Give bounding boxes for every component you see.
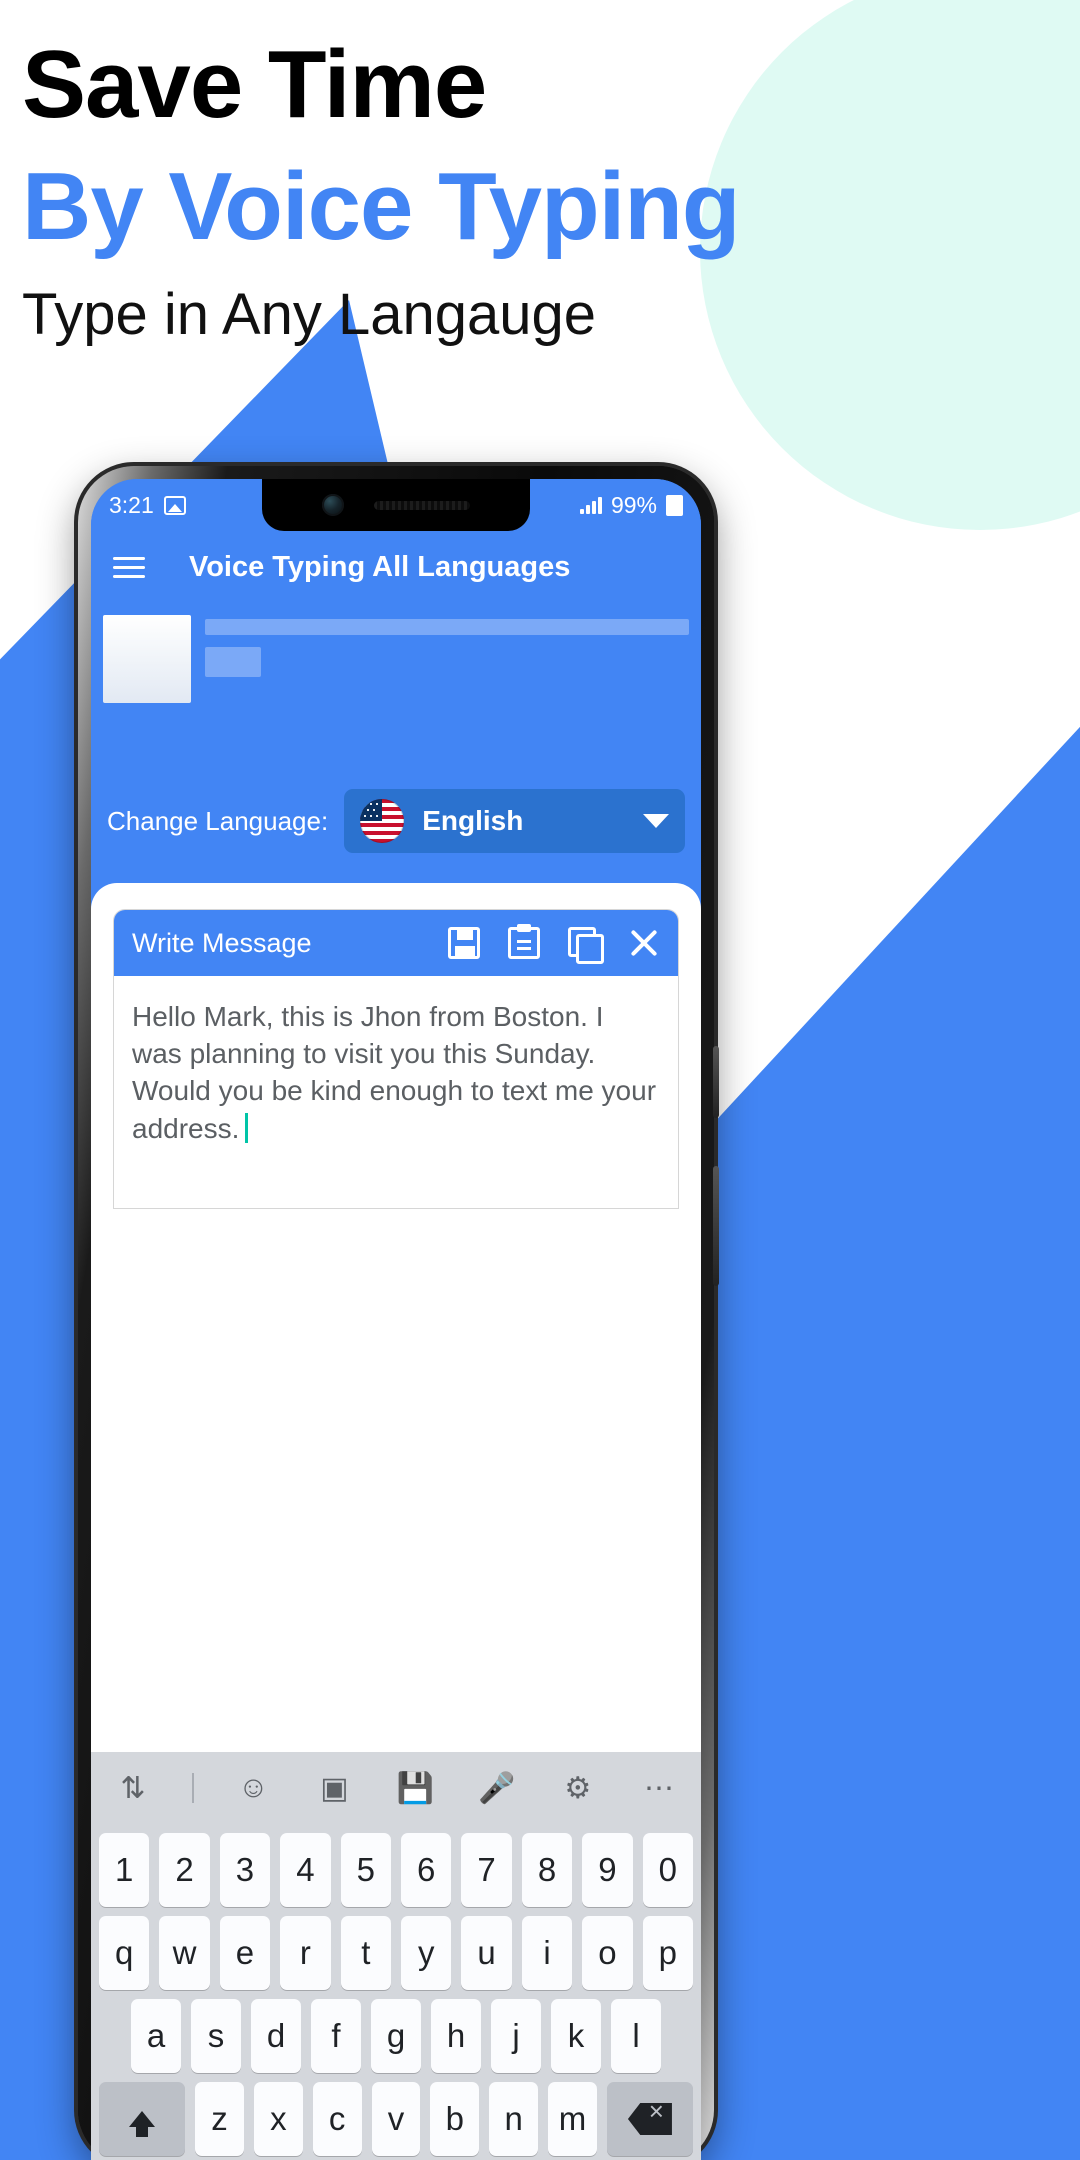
key-a[interactable]: a bbox=[131, 1999, 181, 2073]
key-l[interactable]: l bbox=[611, 1999, 661, 2073]
clipboard-icon[interactable]: 💾 bbox=[394, 1766, 438, 1810]
close-icon[interactable] bbox=[628, 927, 660, 959]
key-x[interactable]: x bbox=[253, 2082, 303, 2156]
key-e[interactable]: e bbox=[219, 1916, 271, 1990]
copy-icon[interactable] bbox=[568, 927, 604, 964]
key-y[interactable]: y bbox=[401, 1916, 452, 1990]
key-j[interactable]: j bbox=[491, 1999, 541, 2073]
status-bar-right: 99% bbox=[579, 491, 683, 519]
battery-percent-label: 99% bbox=[610, 491, 657, 518]
phone-screen: 3:21 99% Voice Typing All Languages Chan… bbox=[91, 479, 701, 2160]
keyboard-row-home: asdfghjkl bbox=[91, 1999, 701, 2073]
write-message-header: Write Message bbox=[114, 910, 678, 976]
keyboard-row-top: qwertyuiop bbox=[91, 1916, 701, 1990]
write-message-title: Write Message bbox=[132, 927, 312, 958]
ad-text-placeholder bbox=[205, 615, 689, 783]
battery-icon bbox=[666, 494, 683, 516]
settings-icon[interactable]: ⚙ bbox=[556, 1766, 600, 1810]
shift-arrow-icon bbox=[129, 2111, 156, 2137]
key-n[interactable]: n bbox=[489, 2082, 539, 2156]
key-o[interactable]: o bbox=[582, 1916, 633, 1990]
ad-placeholder[interactable] bbox=[91, 603, 701, 783]
write-message-actions bbox=[448, 924, 660, 964]
key-9[interactable]: 9 bbox=[582, 1833, 633, 1907]
status-bar-left: 3:21 bbox=[109, 492, 186, 519]
promo-subheadline: Type in Any Langauge bbox=[22, 281, 597, 347]
key-m[interactable]: m bbox=[548, 2082, 597, 2156]
keyboard-letters-bottom: zxcvbnm bbox=[195, 2082, 597, 2156]
signal-bars-icon bbox=[579, 496, 602, 514]
key-8[interactable]: 8 bbox=[521, 1833, 573, 1907]
key-g[interactable]: g bbox=[371, 1999, 421, 2073]
key-c[interactable]: c bbox=[312, 2082, 362, 2156]
shift-key[interactable] bbox=[99, 2082, 186, 2156]
image-icon bbox=[163, 495, 186, 515]
ad-thumbnail bbox=[103, 615, 191, 703]
translate-icon[interactable]: ⇅ bbox=[111, 1766, 155, 1810]
backspace-key[interactable] bbox=[606, 2082, 693, 2156]
volume-button[interactable] bbox=[713, 1166, 719, 1286]
key-i[interactable]: i bbox=[521, 1916, 573, 1990]
key-6[interactable]: 6 bbox=[401, 1833, 452, 1907]
key-u[interactable]: u bbox=[461, 1916, 512, 1990]
keyboard-toolbar: ⇅ ☺ ▣ 💾 🎤 ⚙ ⋯ bbox=[91, 1752, 701, 1824]
key-k[interactable]: k bbox=[551, 1999, 601, 2073]
backspace-icon bbox=[627, 2103, 672, 2135]
key-f[interactable]: f bbox=[311, 1999, 361, 2073]
key-1[interactable]: 1 bbox=[98, 1833, 150, 1907]
status-bar-time: 3:21 bbox=[109, 491, 154, 518]
chevron-down-icon bbox=[643, 814, 669, 828]
app-title: Voice Typing All Languages bbox=[189, 550, 571, 583]
app-bar: Voice Typing All Languages bbox=[91, 531, 701, 603]
key-t[interactable]: t bbox=[340, 1916, 391, 1990]
message-text: Hello Mark, this is Jhon from Boston. I … bbox=[132, 1001, 657, 1144]
key-q[interactable]: q bbox=[98, 1916, 150, 1990]
message-textarea[interactable]: Hello Mark, this is Jhon from Boston. I … bbox=[114, 976, 678, 1208]
key-d[interactable]: d bbox=[251, 1999, 301, 2073]
power-button[interactable] bbox=[713, 1046, 719, 1118]
key-w[interactable]: w bbox=[159, 1916, 210, 1990]
language-dropdown[interactable]: English bbox=[344, 789, 685, 853]
language-row: Change Language: English bbox=[91, 783, 701, 883]
keyboard-row-bottom: zxcvbnm bbox=[91, 2082, 701, 2156]
key-v[interactable]: v bbox=[371, 2082, 421, 2156]
paste-icon[interactable] bbox=[508, 924, 540, 959]
promo-headline-block: Save Time By Voice Typing Type in Any La… bbox=[22, 34, 1042, 349]
write-message-card: Write Message Hello Mark, this is Jhon f… bbox=[113, 909, 679, 1209]
key-b[interactable]: b bbox=[430, 2082, 480, 2156]
key-s[interactable]: s bbox=[191, 1999, 241, 2073]
on-screen-keyboard: ⇅ ☺ ▣ 💾 🎤 ⚙ ⋯ 1234567890 qwertyuiop asdf… bbox=[91, 1752, 701, 2160]
text-cursor bbox=[245, 1112, 249, 1143]
key-h[interactable]: h bbox=[431, 1999, 481, 2073]
sticker-icon[interactable]: ▣ bbox=[312, 1766, 356, 1810]
more-icon[interactable]: ⋯ bbox=[637, 1766, 681, 1810]
emoji-icon[interactable]: ☺ bbox=[231, 1766, 275, 1810]
headline-line-2: By Voice Typing bbox=[22, 152, 741, 260]
microphone-icon[interactable]: 🎤 bbox=[475, 1766, 519, 1810]
toolbar-divider bbox=[192, 1773, 195, 1803]
phone-mockup: 3:21 99% Voice Typing All Languages Chan… bbox=[78, 466, 719, 2160]
key-7[interactable]: 7 bbox=[461, 1833, 512, 1907]
key-p[interactable]: p bbox=[642, 1916, 694, 1990]
key-2[interactable]: 2 bbox=[159, 1833, 210, 1907]
key-r[interactable]: r bbox=[280, 1916, 331, 1990]
content-sheet: Write Message Hello Mark, this is Jhon f… bbox=[91, 883, 701, 1752]
front-camera-icon bbox=[322, 494, 344, 516]
earpiece-speaker-icon bbox=[374, 500, 470, 510]
keyboard-row-numbers: 1234567890 bbox=[91, 1833, 701, 1907]
hamburger-menu-icon[interactable] bbox=[113, 556, 145, 578]
headline-line-1: Save Time bbox=[22, 31, 487, 138]
change-language-label: Change Language: bbox=[107, 805, 329, 836]
phone-notch bbox=[262, 479, 530, 531]
key-z[interactable]: z bbox=[195, 2082, 244, 2156]
key-5[interactable]: 5 bbox=[340, 1833, 391, 1907]
us-flag-icon bbox=[360, 799, 405, 843]
key-0[interactable]: 0 bbox=[642, 1833, 694, 1907]
save-icon[interactable] bbox=[448, 927, 480, 959]
selected-language-label: English bbox=[422, 805, 524, 836]
key-3[interactable]: 3 bbox=[219, 1833, 271, 1907]
key-4[interactable]: 4 bbox=[280, 1833, 331, 1907]
